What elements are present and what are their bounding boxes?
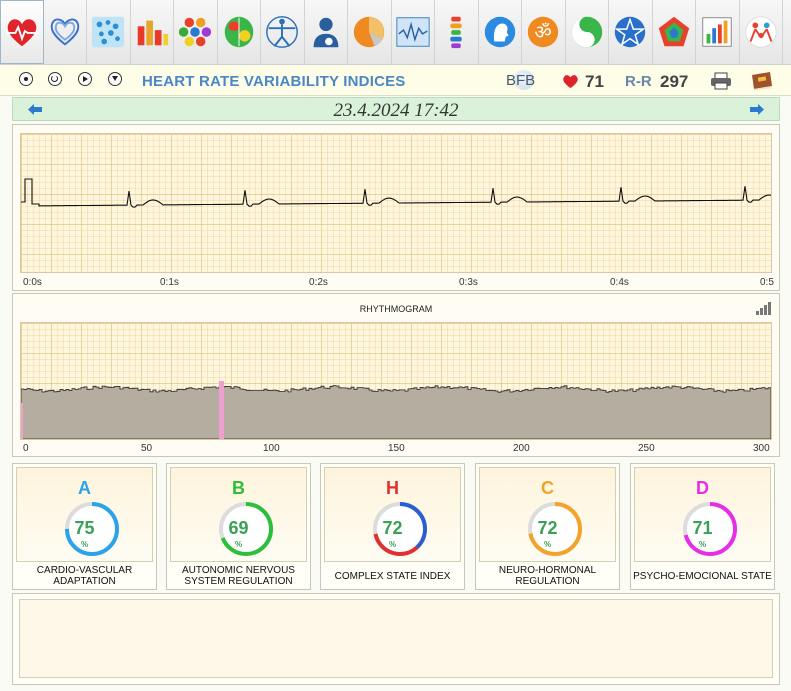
rr-label: R-R — [625, 73, 652, 90]
svg-text:ॐ: ॐ — [535, 22, 552, 44]
ecg-tick-1: 0:1s — [160, 277, 179, 288]
rhy-tick-1: 50 — [141, 443, 153, 454]
hearts-outline-icon[interactable] — [44, 0, 87, 64]
index-card-d[interactable]: D 71 % PSYCHO-EMOCIONAL STATE — [630, 463, 775, 590]
ecg-panel: 0:0s 0:1s 0:2s 0:3s 0:4s 0:5 — [12, 124, 780, 291]
card-a-label: CARDIO-VASCULAR ADAPTATION — [36, 565, 133, 587]
card-d-letter: D — [696, 478, 709, 498]
card-b-label: AUTONOMIC NERVOUS SYSTEM REGULATION — [182, 565, 295, 587]
signal-bars-icon[interactable] — [755, 301, 771, 315]
card-c-label: NEURO-HORMONAL REGULATION — [498, 565, 597, 587]
head-profile-icon[interactable] — [479, 0, 522, 64]
session-datetime: 23.4.2024 17:42 — [333, 100, 459, 121]
waveform-icon[interactable] — [392, 0, 435, 64]
card-h-letter: H — [386, 478, 399, 498]
rhythmogram-area — [21, 385, 771, 439]
card-d-value: 71 — [692, 518, 713, 538]
card-b-percent: % — [234, 540, 243, 549]
card-d-body: D 71 % — [634, 467, 771, 562]
yin-yang-icon[interactable] — [566, 0, 609, 64]
rhy-tick-5: 250 — [638, 443, 655, 454]
bubbles-icon[interactable] — [87, 0, 131, 64]
rr-value: 297 — [660, 72, 689, 91]
ecg-trace — [21, 178, 771, 208]
reload-button[interactable] — [48, 72, 62, 86]
bfb-button[interactable]: BFB — [506, 72, 535, 89]
card-c-letter: C — [541, 478, 554, 498]
rhythmogram-chart — [21, 381, 771, 439]
rhythmogram-title: RHYTHMOGRAM — [359, 304, 433, 314]
record-button[interactable] — [19, 72, 33, 86]
card-c-percent: % — [543, 540, 552, 549]
ecg-waveform — [21, 178, 771, 208]
rhy-tick-2: 100 — [263, 443, 280, 454]
index-card-h[interactable]: H 72 % COMPLEX STATE INDEX — [320, 463, 465, 590]
hexagon-grid-icon[interactable] — [174, 0, 218, 64]
rhy-tick-4: 200 — [513, 443, 530, 454]
index-card-a[interactable]: A 75 % CARDIO-VASCULAR ADAPTATION — [12, 463, 157, 590]
download-button[interactable] — [108, 72, 122, 86]
details-panel — [12, 593, 780, 685]
artifact-marker — [21, 403, 23, 439]
ecg-tick-4: 0:4s — [610, 277, 629, 288]
card-h-percent: % — [388, 540, 397, 549]
brain-map-icon[interactable] — [218, 0, 261, 64]
stats-chart-icon[interactable] — [696, 0, 740, 64]
rhy-tick-3: 150 — [388, 443, 405, 454]
card-a-percent: % — [80, 540, 89, 549]
heart-icon[interactable] — [0, 0, 44, 64]
people-logo-icon[interactable] — [740, 0, 783, 64]
card-a-letter: A — [78, 478, 91, 498]
details-panel-body — [19, 599, 773, 678]
card-h-body: H 72 % — [324, 467, 461, 562]
printer-icon[interactable] — [710, 72, 732, 90]
artifact-marker — [219, 381, 224, 439]
index-card-b[interactable]: B 69 % AUTONOMIC NERVOUS SYSTEM REGULATI… — [166, 463, 311, 590]
card-b-body: B 69 % — [170, 467, 307, 562]
om-icon[interactable]: ॐ — [522, 0, 566, 64]
pie-chart-icon[interactable] — [348, 0, 392, 64]
pentagon-chart-icon[interactable] — [653, 0, 696, 64]
ecg-tick-0: 0:0s — [23, 277, 42, 288]
ecg-tick-5: 0:5 — [760, 277, 774, 288]
card-c-value: 72 — [537, 518, 558, 538]
control-bar: HEART RATE VARIABILITY INDICES BFB 71 R-… — [0, 65, 791, 96]
bar-chart-icon[interactable] — [131, 0, 174, 64]
play-button[interactable] — [78, 72, 92, 86]
card-h-value: 72 — [382, 518, 403, 538]
next-arrow-icon[interactable] — [750, 104, 764, 115]
card-c-body: C 72 % — [479, 467, 616, 562]
card-a-value: 75 — [74, 518, 95, 538]
doctor-icon[interactable] — [305, 0, 348, 64]
card-d-label: PSYCHO-EMOCIONAL STATE — [633, 570, 772, 582]
vitruvian-man-icon[interactable] — [261, 0, 305, 64]
ecg-tick-2: 0:2s — [309, 277, 328, 288]
rhy-tick-6: 300 — [753, 443, 770, 454]
heart-rate-icon — [563, 75, 578, 89]
date-navigator: 23.4.2024 17:42 — [12, 97, 780, 121]
card-b-value: 69 — [228, 518, 249, 538]
heart-rate-value: 71 — [585, 72, 604, 91]
module-toolbar: ॐ — [0, 0, 791, 65]
index-card-c[interactable]: C 72 % NEURO-HORMONAL REGULATION — [475, 463, 620, 590]
card-d-percent: % — [698, 540, 707, 549]
ecg-plot — [20, 133, 772, 273]
ecg-tick-3: 0:3s — [459, 277, 478, 288]
spine-icon[interactable] — [435, 0, 479, 64]
rhythmogram-panel: RHYTHMOGRAM 0 50 100 150 200 250 300 — [12, 293, 780, 457]
card-a-body: A 75 % — [16, 467, 153, 562]
star-icon[interactable] — [609, 0, 653, 64]
card-h-label: COMPLEX STATE INDEX — [334, 570, 451, 582]
page-title: HEART RATE VARIABILITY INDICES — [142, 73, 406, 90]
rhythmogram-plot — [20, 322, 772, 440]
book-icon[interactable] — [750, 71, 774, 91]
rhy-tick-0: 0 — [23, 443, 29, 454]
card-b-letter: B — [232, 478, 245, 498]
